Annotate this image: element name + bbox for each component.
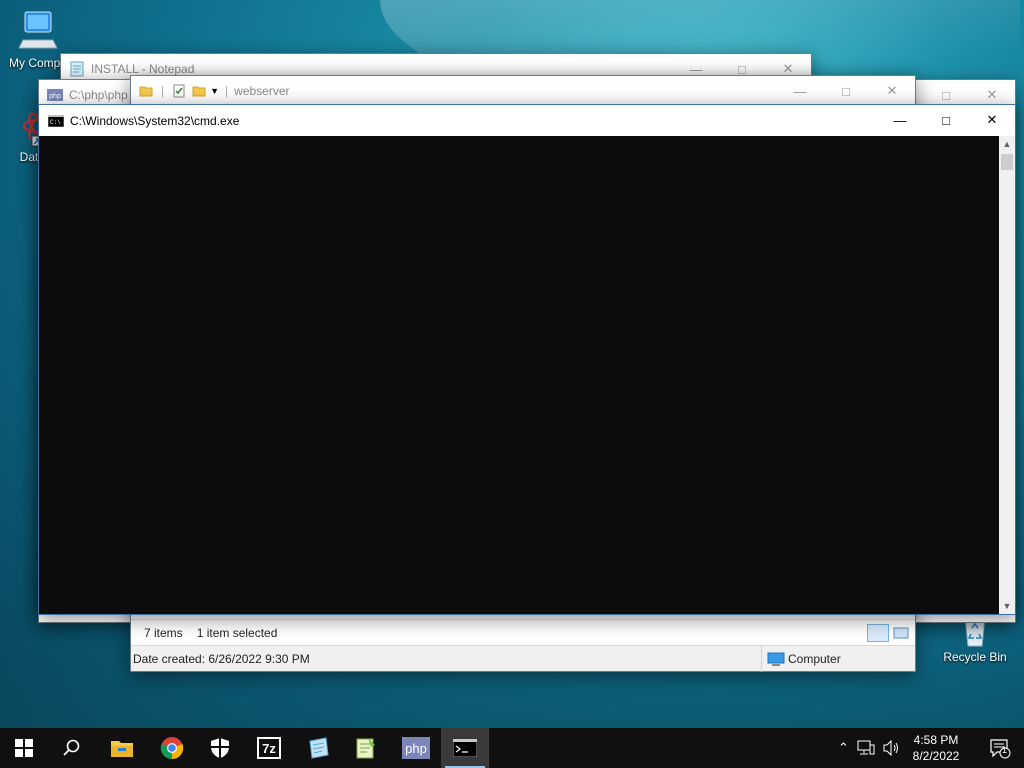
taskbar-cmd[interactable] <box>441 728 489 768</box>
svg-text:C:\: C:\ <box>50 119 61 126</box>
php-window-icon: php <box>47 89 63 101</box>
svg-text:php: php <box>49 93 61 100</box>
taskbar: 7z php ⌃ 4:58 PM 8/2/2022 1 <box>0 728 1024 768</box>
windows-logo-icon <box>15 739 33 757</box>
clock-date: 8/2/2022 <box>912 749 960 763</box>
desktop-icon-label: My Compu <box>8 56 67 70</box>
large-icons-view-button[interactable] <box>891 624 911 642</box>
computer-icon <box>18 11 58 49</box>
show-hidden-icons-icon[interactable]: ⌃ <box>838 740 849 756</box>
titlebar-explorer[interactable]: | ▼ | webserver — □ ✕ <box>131 76 915 106</box>
scroll-up-icon[interactable]: ▲ <box>999 136 1015 152</box>
taskbar-security[interactable] <box>196 728 244 768</box>
volume-icon[interactable] <box>883 740 901 756</box>
clock-time: 4:58 PM <box>913 733 959 747</box>
maximize-button[interactable]: □ <box>923 105 969 135</box>
new-folder-icon[interactable] <box>192 84 206 98</box>
search-icon <box>63 739 80 756</box>
console-area[interactable] <box>39 136 999 614</box>
window-title: C:\php\php <box>69 88 128 102</box>
security-icon <box>211 738 229 758</box>
properties-icon[interactable] <box>172 84 186 98</box>
notepadpp-icon <box>356 738 375 759</box>
taskbar-7zip[interactable]: 7z <box>245 728 293 768</box>
network-icon[interactable] <box>857 740 875 756</box>
maximize-button[interactable]: □ <box>823 76 869 106</box>
taskbar-notepad[interactable] <box>294 728 342 768</box>
window-title: C:\Windows\System32\cmd.exe <box>70 113 240 128</box>
desktop-icon-label: Recycle Bin <box>943 650 1007 664</box>
close-button[interactable]: ✕ <box>969 105 1015 135</box>
file-explorer-icon <box>111 741 133 757</box>
window-title: INSTALL - Notepad <box>91 62 195 76</box>
php-label: php <box>405 740 427 756</box>
taskbar-file-explorer[interactable] <box>98 728 146 768</box>
selected-count: 1 item selected <box>196 625 278 640</box>
location-label: Computer <box>788 652 841 666</box>
scroll-down-icon[interactable]: ▼ <box>999 598 1015 614</box>
chrome-icon <box>160 737 184 760</box>
close-button[interactable]: ✕ <box>869 76 915 106</box>
notification-count: 1 <box>1002 745 1008 755</box>
notification-icon <box>990 739 1011 759</box>
7zip-label: 7z <box>262 740 276 756</box>
taskbar-php[interactable]: php <box>392 728 440 768</box>
qat-dropdown-icon[interactable]: ▼ <box>210 86 219 96</box>
taskbar-chrome[interactable] <box>148 728 196 768</box>
details-view-button[interactable] <box>867 624 889 642</box>
search-button[interactable] <box>48 728 96 768</box>
computer-small-icon <box>767 652 785 666</box>
vertical-scrollbar[interactable]: ▲ ▼ <box>999 136 1015 614</box>
start-button[interactable] <box>0 728 48 768</box>
minimize-button[interactable]: — <box>777 76 823 106</box>
window-cmd[interactable]: C:\ C:\Windows\System32\cmd.exe — □ ✕ ▲ … <box>38 104 1016 615</box>
cmd-icon: C:\ <box>48 114 64 127</box>
window-title: webserver <box>234 84 290 98</box>
system-tray: ⌃ <box>838 728 901 768</box>
action-center-button[interactable]: 1 <box>976 728 1024 768</box>
taskbar-clock[interactable]: 4:58 PM 8/2/2022 <box>906 732 966 764</box>
large-icons-icon <box>893 627 909 639</box>
scroll-thumb[interactable] <box>1001 154 1013 170</box>
minimize-button[interactable]: — <box>877 105 923 135</box>
explorer-status-bar: 7 items 1 item selected <box>131 619 915 645</box>
date-created: Date created: 6/26/2022 9:30 PM <box>133 651 310 666</box>
taskbar-notepadpp[interactable] <box>342 728 390 768</box>
cmd-icon <box>453 739 477 757</box>
items-count: 7 items <box>144 625 183 640</box>
titlebar-cmd[interactable]: C:\ C:\Windows\System32\cmd.exe — □ ✕ <box>39 105 1015 136</box>
notepad-app-icon <box>309 737 329 759</box>
details-pane-status: Date created: 6/26/2022 9:30 PM Computer <box>131 645 915 672</box>
folder-icon <box>139 86 153 97</box>
php-icon: php <box>402 737 430 759</box>
notepad-icon <box>70 61 84 77</box>
